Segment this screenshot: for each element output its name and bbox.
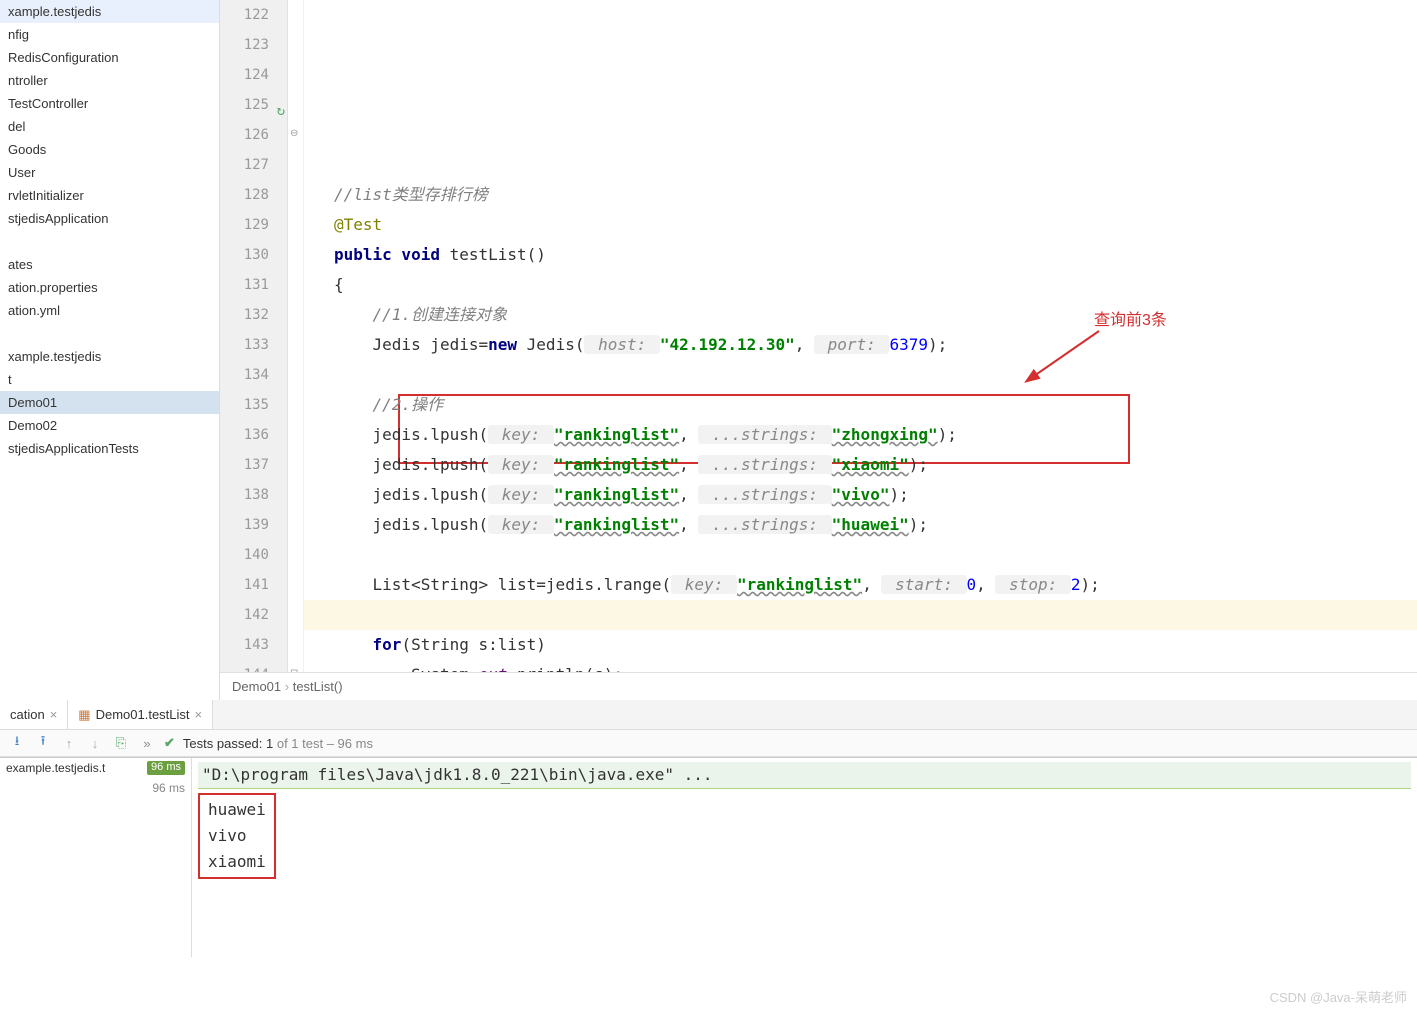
tree-item[interactable]: xample.testjedis (0, 0, 219, 23)
tree-item[interactable]: rvletInitializer (0, 184, 219, 207)
code-line[interactable]: { (304, 270, 1417, 300)
test-icon: ▦ (78, 707, 90, 723)
breadcrumb-method[interactable]: testList() (293, 679, 343, 694)
breadcrumb[interactable]: Demo01 testList() (220, 672, 1417, 700)
time-badge: 96 ms (147, 761, 185, 775)
fold-column[interactable]: ⊖⊟ (288, 0, 304, 672)
project-tree[interactable]: xample.testjedisnfig RedisConfigurationn… (0, 0, 220, 700)
code-line[interactable]: jedis.lpush( key: "rankinglist", ...stri… (304, 480, 1417, 510)
tree-item[interactable]: stjedisApplicationTests (0, 437, 219, 460)
code-line[interactable] (304, 150, 1417, 180)
code-line[interactable]: jedis.lpush( key: "rankinglist", ...stri… (304, 450, 1417, 480)
test-node-child[interactable]: 96 ms (0, 778, 191, 798)
test-toolbar[interactable]: ⭳ ⭱ ↑ ↓ ⎘ » ✔ Tests passed: 1 of 1 test … (0, 730, 1417, 757)
code-line[interactable]: //list类型存排行榜 (304, 180, 1417, 210)
code-line[interactable]: System.out.println(s); (304, 660, 1417, 672)
close-icon[interactable]: × (50, 707, 58, 722)
export-icon[interactable]: ⎘ (112, 734, 130, 752)
code-line[interactable]: //2.操作 (304, 390, 1417, 420)
close-icon[interactable]: × (195, 707, 203, 722)
tree-item[interactable]: TestController (0, 92, 219, 115)
code-line[interactable]: List<String> list=jedis.lrange( key: "ra… (304, 570, 1417, 600)
tree-item[interactable]: stjedisApplication (0, 207, 219, 230)
code-line[interactable] (304, 600, 1417, 630)
code-line[interactable]: //1.创建连接对象 (304, 300, 1417, 330)
code-line[interactable]: Jedis jedis=new Jedis( host: "42.192.12.… (304, 330, 1417, 360)
console-output[interactable]: "D:\program files\Java\jdk1.8.0_221\bin\… (192, 758, 1417, 957)
test-node-root[interactable]: example.testjedis.t 96 ms (0, 758, 191, 778)
collapse-icon[interactable]: ⭳ (8, 734, 26, 752)
tab-active[interactable]: ▦ Demo01.testList × (68, 700, 213, 729)
editor[interactable]: 122123124125↻126127128129130131132133134… (220, 0, 1417, 700)
test-tree[interactable]: example.testjedis.t 96 ms 96 ms (0, 758, 192, 957)
tree-item[interactable]: del (0, 115, 219, 138)
tree-item[interactable]: Goods (0, 138, 219, 161)
console-command: "D:\program files\Java\jdk1.8.0_221\bin\… (198, 762, 1411, 789)
tree-item[interactable]: ation.properties (0, 276, 219, 299)
test-status: Tests passed: 1 of 1 test – 96 ms (183, 736, 373, 751)
run-gutter-icon[interactable]: ↻ (277, 96, 285, 126)
code-line[interactable] (304, 360, 1417, 390)
tree-item[interactable]: ntroller (0, 69, 219, 92)
tree-item[interactable]: RedisConfiguration (0, 46, 219, 69)
run-tabs[interactable]: cation × ▦ Demo01.testList × (0, 700, 1417, 730)
code-pane[interactable]: 查询前3条 //list类型存排行榜@Testpublic void testL… (304, 0, 1417, 672)
down-icon[interactable]: ↓ (86, 734, 104, 752)
code-line[interactable]: public void testList() (304, 240, 1417, 270)
tree-item[interactable]: nfig (0, 23, 219, 46)
code-line[interactable]: @Test (304, 210, 1417, 240)
tree-item[interactable]: User (0, 161, 219, 184)
tree-item[interactable] (0, 322, 219, 345)
console-line: vivo (208, 823, 266, 849)
tree-item[interactable]: t (0, 368, 219, 391)
tab-prev[interactable]: cation × (0, 700, 68, 729)
code-line[interactable]: jedis.lpush( key: "rankinglist", ...stri… (304, 510, 1417, 540)
code-line[interactable]: jedis.lpush( key: "rankinglist", ...stri… (304, 420, 1417, 450)
up-icon[interactable]: ↑ (60, 734, 78, 752)
console-line: huawei (208, 797, 266, 823)
breadcrumb-class[interactable]: Demo01 (232, 679, 293, 694)
tree-item[interactable] (0, 230, 219, 253)
line-gutter: 122123124125↻126127128129130131132133134… (220, 0, 288, 672)
tree-item[interactable]: ation.yml (0, 299, 219, 322)
tree-item[interactable]: xample.testjedis (0, 345, 219, 368)
more-icon[interactable]: » (138, 734, 156, 752)
watermark: CSDN @Java-呆萌老师 (1270, 987, 1407, 1006)
fold-open-icon[interactable]: ⊖ (290, 128, 302, 140)
expand-icon[interactable]: ⭱ (34, 734, 52, 752)
pass-icon: ✔ (164, 735, 175, 751)
output-highlight-box: huaweivivoxiaomi (198, 793, 276, 879)
tree-item[interactable]: ates (0, 253, 219, 276)
tree-item[interactable]: Demo01 (0, 391, 219, 414)
fold-close-icon[interactable]: ⊟ (290, 668, 302, 672)
tree-item[interactable]: Demo02 (0, 414, 219, 437)
code-line[interactable]: for(String s:list) (304, 630, 1417, 660)
code-line[interactable] (304, 540, 1417, 570)
console-line: xiaomi (208, 849, 266, 875)
